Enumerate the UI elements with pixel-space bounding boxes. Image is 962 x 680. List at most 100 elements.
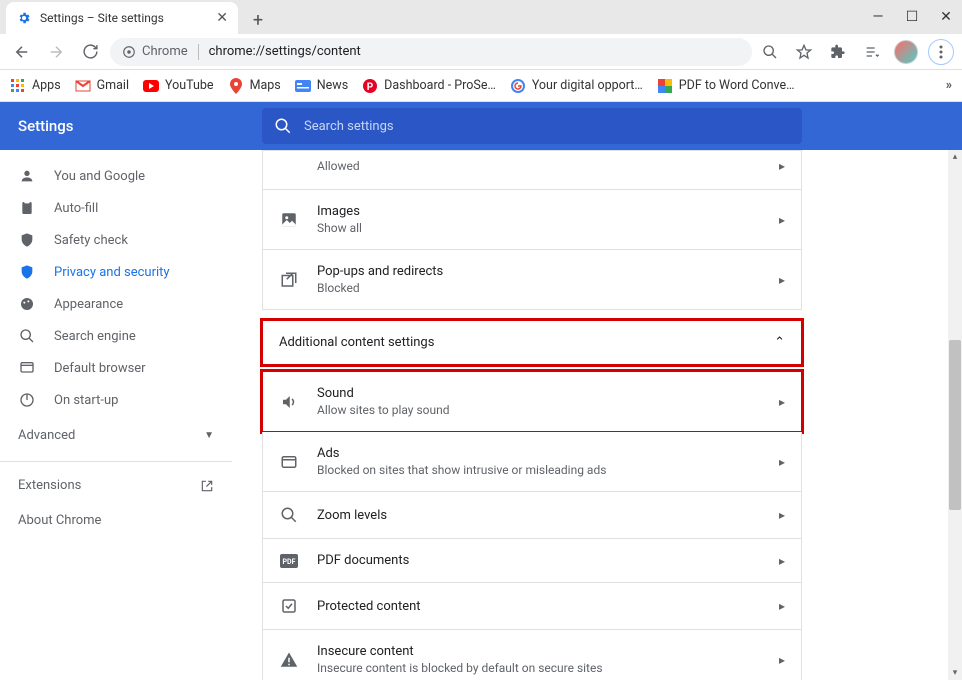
external-link-icon	[200, 479, 214, 493]
bookmark-pdf[interactable]: PDF to Word Conve…	[657, 78, 795, 94]
scrollbar-up-icon[interactable]: ▴	[948, 150, 962, 164]
setting-row-zoom[interactable]: Zoom levels ▸	[262, 492, 802, 539]
gmail-icon	[75, 78, 91, 94]
sidebar-item-default-browser[interactable]: Default browser	[0, 352, 232, 384]
search-icon	[18, 328, 36, 344]
new-tab-button[interactable]: +	[244, 6, 272, 34]
divider	[0, 461, 232, 462]
chrome-menu-button[interactable]	[928, 39, 954, 65]
scrollbar-thumb[interactable]	[949, 340, 961, 510]
toolbar: Chrome chrome://settings/content	[0, 34, 962, 70]
setting-row-javascript[interactable]: • Allowed ▸	[262, 150, 802, 190]
sidebar-item-appearance[interactable]: Appearance	[0, 288, 232, 320]
ads-icon	[279, 453, 299, 471]
chevron-right-icon: ▸	[779, 213, 785, 227]
profile-avatar[interactable]	[894, 40, 918, 64]
zoom-icon	[279, 506, 299, 524]
sidebar-extensions-link[interactable]: Extensions	[0, 468, 232, 503]
image-icon	[279, 211, 299, 229]
extensions-icon[interactable]	[826, 40, 850, 64]
settings-main-panel: • Allowed ▸ ImagesShow all ▸ Pop-ups and…	[232, 150, 962, 680]
sidebar-item-search-engine[interactable]: Search engine	[0, 320, 232, 352]
additional-content-header[interactable]: Additional content settings ⌃	[262, 320, 802, 365]
popup-icon	[279, 271, 299, 289]
browser-icon	[18, 360, 36, 376]
sidebar-item-safety[interactable]: Safety check	[0, 224, 232, 256]
warning-icon	[279, 651, 299, 669]
scrollbar-down-icon[interactable]: ▾	[948, 666, 962, 680]
minimize-button[interactable]: —	[870, 9, 886, 25]
news-icon	[295, 78, 311, 94]
youtube-icon	[143, 78, 159, 94]
pdf-icon	[657, 78, 673, 94]
close-window-button[interactable]: ✕	[938, 9, 954, 25]
settings-header: Settings Search settings	[0, 102, 962, 150]
sidebar-item-you-google[interactable]: You and Google	[0, 160, 232, 192]
bookmark-maps[interactable]: Maps	[228, 78, 281, 94]
chevron-right-icon: ▸	[779, 455, 785, 469]
window-titlebar: Settings – Site settings ✕ + — ☐ ✕	[0, 0, 962, 34]
protected-icon	[279, 597, 299, 615]
chevron-right-icon: ▸	[779, 395, 785, 409]
chevron-right-icon: ▸	[779, 653, 785, 667]
browser-tab[interactable]: Settings – Site settings ✕	[6, 2, 238, 34]
power-icon	[18, 392, 36, 408]
chevron-right-icon: ▸	[779, 273, 785, 287]
person-icon	[18, 168, 36, 184]
pinterest-icon: P	[362, 78, 378, 94]
address-bar[interactable]: Chrome chrome://settings/content	[110, 38, 752, 66]
sidebar-item-startup[interactable]: On start-up	[0, 384, 232, 416]
reload-button[interactable]	[76, 38, 104, 66]
setting-row-protected[interactable]: Protected content ▸	[262, 583, 802, 630]
bookmark-apps[interactable]: Apps	[10, 78, 61, 94]
gear-icon	[16, 10, 32, 26]
forward-button[interactable]	[42, 38, 70, 66]
bookmark-digital[interactable]: Your digital opport…	[510, 78, 643, 94]
setting-row-pdf[interactable]: PDF PDF documents ▸	[262, 539, 802, 583]
shield-icon	[18, 264, 36, 280]
sidebar-advanced-toggle[interactable]: Advanced▼	[0, 416, 232, 455]
url-text: chrome://settings/content	[209, 44, 361, 59]
settings-sidebar: You and Google Auto-fill Safety check Pr…	[0, 150, 232, 680]
setting-row-insecure[interactable]: Insecure contentInsecure content is bloc…	[262, 630, 802, 680]
shield-check-icon	[18, 232, 36, 248]
tab-title: Settings – Site settings	[40, 11, 164, 25]
svg-text:PDF: PDF	[283, 558, 296, 566]
svg-text:P: P	[367, 82, 374, 93]
sidebar-item-privacy[interactable]: Privacy and security	[0, 256, 232, 288]
divider	[198, 44, 199, 60]
clipboard-icon	[18, 200, 36, 216]
bookmark-gmail[interactable]: Gmail	[75, 78, 129, 94]
chevron-right-icon: ▸	[779, 159, 785, 173]
chevron-right-icon: ▸	[779, 599, 785, 613]
palette-icon	[18, 296, 36, 312]
search-settings-input[interactable]: Search settings	[262, 108, 802, 144]
sidebar-item-autofill[interactable]: Auto-fill	[0, 192, 232, 224]
bookmark-news[interactable]: News	[295, 78, 348, 94]
bookmarks-bar: Apps Gmail YouTube Maps News PDashboard …	[0, 70, 962, 102]
close-tab-icon[interactable]: ✕	[216, 10, 228, 26]
chevron-right-icon: ▸	[779, 508, 785, 522]
setting-row-images[interactable]: ImagesShow all ▸	[262, 190, 802, 250]
back-button[interactable]	[8, 38, 36, 66]
bookmark-dashboard[interactable]: PDashboard - ProSe…	[362, 78, 496, 94]
pdf-doc-icon: PDF	[279, 554, 299, 568]
setting-row-sound[interactable]: SoundAllow sites to play sound ▸	[262, 371, 802, 432]
chevron-right-icon: ▸	[779, 554, 785, 568]
maps-icon	[228, 78, 244, 94]
bookmark-youtube[interactable]: YouTube	[143, 78, 214, 94]
setting-row-ads[interactable]: AdsBlocked on sites that show intrusive …	[262, 432, 802, 492]
settings-title: Settings	[0, 117, 262, 135]
reading-list-icon[interactable]	[860, 40, 884, 64]
apps-icon	[10, 78, 26, 94]
chevron-up-icon: ⌃	[774, 335, 785, 350]
search-icon	[274, 117, 292, 135]
sidebar-about-link[interactable]: About Chrome	[0, 503, 232, 538]
bookmarks-overflow[interactable]: »	[946, 78, 952, 93]
bookmark-star-icon[interactable]	[792, 40, 816, 64]
zoom-icon[interactable]	[758, 40, 782, 64]
maximize-button[interactable]: ☐	[904, 9, 920, 25]
setting-row-popups[interactable]: Pop-ups and redirectsBlocked ▸	[262, 250, 802, 310]
site-chip: Chrome	[122, 44, 188, 59]
google-icon	[510, 78, 526, 94]
